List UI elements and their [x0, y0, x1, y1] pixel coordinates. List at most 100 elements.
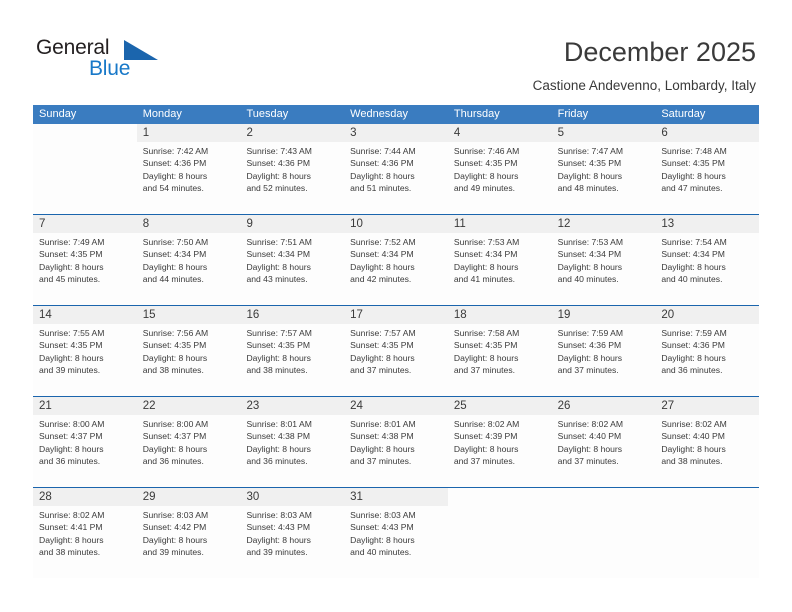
calendar-day-cell[interactable]: 8 Sunrise: 7:50 AM Sunset: 4:34 PM Daylight… [136, 215, 241, 305]
calendar-empty-cell [655, 488, 760, 578]
daylight-line-1: Daylight: 8 hours [39, 443, 104, 454]
day-details: Sunrise: 7:59 AM Sunset: 4:36 PM Daylight:… [655, 324, 759, 377]
calendar-day-cell[interactable]: 16 Sunrise: 7:57 AM Sunset: 4:35 PM Dayligh… [240, 306, 345, 396]
sunset-time: Sunset: 4:34 PM [350, 249, 414, 260]
sunrise-time: Sunrise: 8:02 AM [661, 419, 727, 429]
sunset-time: Sunset: 4:35 PM [246, 340, 310, 351]
calendar-day-cell[interactable]: 18 Sunrise: 7:58 AM Sunset: 4:35 PM Dayligh… [447, 306, 552, 396]
calendar-day-cell[interactable]: 7 Sunrise: 7:49 AM Sunset: 4:35 PM Daylight… [33, 215, 137, 305]
calendar-day-cell[interactable]: 20 Sunrise: 7:59 AM Sunset: 4:36 PM Dayligh… [655, 306, 760, 396]
calendar-day-cell[interactable]: 29 Sunrise: 8:03 AM Sunset: 4:42 PM Dayligh… [136, 488, 241, 578]
calendar-day-cell[interactable]: 30 Sunrise: 8:03 AM Sunset: 4:43 PM Dayligh… [240, 488, 345, 578]
sunset-time: Sunset: 4:34 PM [142, 249, 207, 260]
sunrise-time: Sunrise: 7:53 AM [557, 237, 624, 247]
sunrise-time: Sunrise: 8:03 AM [246, 510, 312, 520]
calendar-day-cell[interactable]: 9 Sunrise: 7:51 AM Sunset: 4:34 PM Daylight… [240, 215, 345, 305]
day-details: Sunrise: 7:47 AM Sunset: 4:35 PM Daylight:… [552, 142, 656, 195]
day-number: 31 [344, 488, 448, 506]
calendar-day-cell[interactable]: 17 Sunrise: 7:57 AM Sunset: 4:35 PM Dayligh… [344, 306, 448, 396]
day-number: 21 [33, 397, 137, 415]
daylight-line-2: and 40 minutes. [557, 274, 619, 285]
daylight-line-1: Daylight: 8 hours [142, 352, 208, 363]
weekday-header-row: Sunday Monday Tuesday Wednesday Thursday Frid… [33, 105, 759, 124]
daylight-line-2: and 42 minutes. [350, 274, 412, 285]
generalblue-logo[interactable]: General Blue [36, 36, 216, 88]
sunrise-time: Sunrise: 7:55 AM [39, 328, 105, 338]
daylight-line-2: and 37 minutes. [453, 456, 516, 467]
calendar-day-cell[interactable]: 23 Sunrise: 8:01 AM Sunset: 4:38 PM Dayligh… [240, 397, 345, 487]
day-number: 3 [344, 124, 448, 142]
sunset-time: Sunset: 4:36 PM [350, 158, 414, 169]
day-details: Sunrise: 7:53 AM Sunset: 4:34 PM Daylight:… [552, 233, 656, 286]
daylight-line-2: and 45 minutes. [39, 274, 101, 285]
day-details: Sunrise: 8:02 AM Sunset: 4:40 PM Daylight:… [552, 415, 656, 468]
daylight-line-2: and 38 minutes. [246, 365, 308, 376]
calendar-day-cell[interactable]: 26 Sunrise: 8:02 AM Sunset: 4:40 PM Dayligh… [551, 397, 656, 487]
day-details: Sunrise: 8:02 AM Sunset: 4:39 PM Daylight:… [448, 415, 552, 468]
sunrise-time: Sunrise: 7:49 AM [39, 237, 105, 247]
sunset-time: Sunset: 4:34 PM [246, 249, 310, 260]
calendar-grid: Sunday Monday Tuesday Wednesday Thursday Frid… [33, 105, 760, 578]
day-number: 19 [551, 306, 656, 324]
calendar-day-cell[interactable]: 12 Sunrise: 7:53 AM Sunset: 4:34 PM Dayligh… [551, 215, 656, 305]
calendar-day-cell[interactable]: 31 Sunrise: 8:03 AM Sunset: 4:43 PM Dayligh… [344, 488, 448, 578]
daylight-line-1: Daylight: 8 hours [557, 170, 623, 181]
day-number: 24 [344, 397, 448, 415]
day-number: 27 [655, 397, 760, 415]
daylight-line-2: and 49 minutes. [453, 183, 516, 194]
sunrise-time: Sunrise: 7:46 AM [453, 146, 520, 156]
calendar-day-cell[interactable]: 21 Sunrise: 8:00 AM Sunset: 4:37 PM Dayligh… [33, 397, 137, 487]
daylight-line-1: Daylight: 8 hours [453, 443, 519, 454]
sunset-time: Sunset: 4:36 PM [142, 158, 207, 169]
calendar-day-cell[interactable]: 13 Sunrise: 7:54 AM Sunset: 4:34 PM Dayligh… [655, 215, 760, 305]
sunrise-time: Sunrise: 7:57 AM [350, 328, 416, 338]
daylight-line-2: and 37 minutes. [557, 365, 619, 376]
day-details: Sunrise: 8:02 AM Sunset: 4:41 PM Daylight:… [33, 506, 137, 559]
calendar-day-cell[interactable]: 19 Sunrise: 7:59 AM Sunset: 4:36 PM Dayligh… [551, 306, 656, 396]
calendar-day-cell[interactable]: 2 Sunrise: 7:43 AM Sunset: 4:36 PM Daylight… [240, 124, 345, 214]
calendar-day-cell[interactable]: 25 Sunrise: 8:02 AM Sunset: 4:39 PM Dayligh… [447, 397, 552, 487]
calendar-day-cell[interactable]: 1 Sunrise: 7:42 AM Sunset: 4:36 PM Daylight… [136, 124, 241, 214]
calendar-empty-cell [33, 124, 137, 214]
calendar-empty-cell [447, 488, 552, 578]
calendar-day-cell[interactable]: 22 Sunrise: 8:00 AM Sunset: 4:37 PM Dayligh… [136, 397, 241, 487]
calendar-day-cell[interactable]: 14 Sunrise: 7:55 AM Sunset: 4:35 PM Dayligh… [33, 306, 137, 396]
day-details: Sunrise: 7:52 AM Sunset: 4:34 PM Daylight:… [344, 233, 448, 286]
daylight-line-1: Daylight: 8 hours [350, 261, 415, 272]
calendar-day-cell[interactable]: 28 Sunrise: 8:02 AM Sunset: 4:41 PM Dayligh… [33, 488, 137, 578]
calendar-day-cell[interactable]: 27 Sunrise: 8:02 AM Sunset: 4:40 PM Dayligh… [655, 397, 760, 487]
sunset-time: Sunset: 4:43 PM [246, 522, 310, 533]
calendar-day-cell[interactable]: 24 Sunrise: 8:01 AM Sunset: 4:38 PM Dayligh… [344, 397, 448, 487]
calendar-week-row: 1 Sunrise: 7:42 AM Sunset: 4:36 PM Daylight… [33, 124, 760, 214]
sunrise-time: Sunrise: 7:42 AM [142, 146, 209, 156]
daylight-line-1: Daylight: 8 hours [661, 261, 726, 272]
weekday-header-thursday: Thursday [453, 108, 500, 120]
day-details: Sunrise: 8:03 AM Sunset: 4:42 PM Daylight:… [137, 506, 241, 559]
calendar-day-cell[interactable]: 3 Sunrise: 7:44 AM Sunset: 4:36 PM Daylight… [344, 124, 448, 214]
calendar-day-cell[interactable]: 6 Sunrise: 7:48 AM Sunset: 4:35 PM Daylight… [655, 124, 760, 214]
daylight-line-2: and 36 minutes. [246, 456, 308, 467]
calendar-day-cell[interactable]: 4 Sunrise: 7:46 AM Sunset: 4:35 PM Daylight… [447, 124, 552, 214]
calendar-day-cell[interactable]: 15 Sunrise: 7:56 AM Sunset: 4:35 PM Dayligh… [136, 306, 241, 396]
daylight-line-1: Daylight: 8 hours [661, 352, 726, 363]
daylight-line-2: and 36 minutes. [39, 456, 101, 467]
day-number: 10 [344, 215, 448, 233]
day-details: Sunrise: 7:48 AM Sunset: 4:35 PM Daylight:… [655, 142, 759, 195]
weekday-header-wednesday: Wednesday [350, 108, 409, 120]
daylight-line-2: and 37 minutes. [350, 456, 412, 467]
calendar-day-cell[interactable]: 10 Sunrise: 7:52 AM Sunset: 4:34 PM Dayligh… [344, 215, 448, 305]
daylight-line-2: and 41 minutes. [453, 274, 516, 285]
daylight-line-1: Daylight: 8 hours [453, 261, 519, 272]
sunset-time: Sunset: 4:35 PM [39, 249, 103, 260]
calendar-day-cell[interactable]: 5 Sunrise: 7:47 AM Sunset: 4:35 PM Daylight… [551, 124, 656, 214]
sunset-time: Sunset: 4:39 PM [453, 431, 518, 442]
daylight-line-2: and 36 minutes. [142, 456, 204, 467]
daylight-line-1: Daylight: 8 hours [350, 352, 415, 363]
sunset-time: Sunset: 4:42 PM [142, 522, 207, 533]
sunset-time: Sunset: 4:36 PM [246, 158, 310, 169]
day-number [552, 488, 656, 506]
day-details: Sunrise: 8:00 AM Sunset: 4:37 PM Daylight:… [137, 415, 241, 468]
calendar-week-row: 14 Sunrise: 7:55 AM Sunset: 4:35 PM Dayligh… [33, 305, 760, 396]
sunset-time: Sunset: 4:38 PM [246, 431, 310, 442]
calendar-day-cell[interactable]: 11 Sunrise: 7:53 AM Sunset: 4:34 PM Dayligh… [447, 215, 552, 305]
